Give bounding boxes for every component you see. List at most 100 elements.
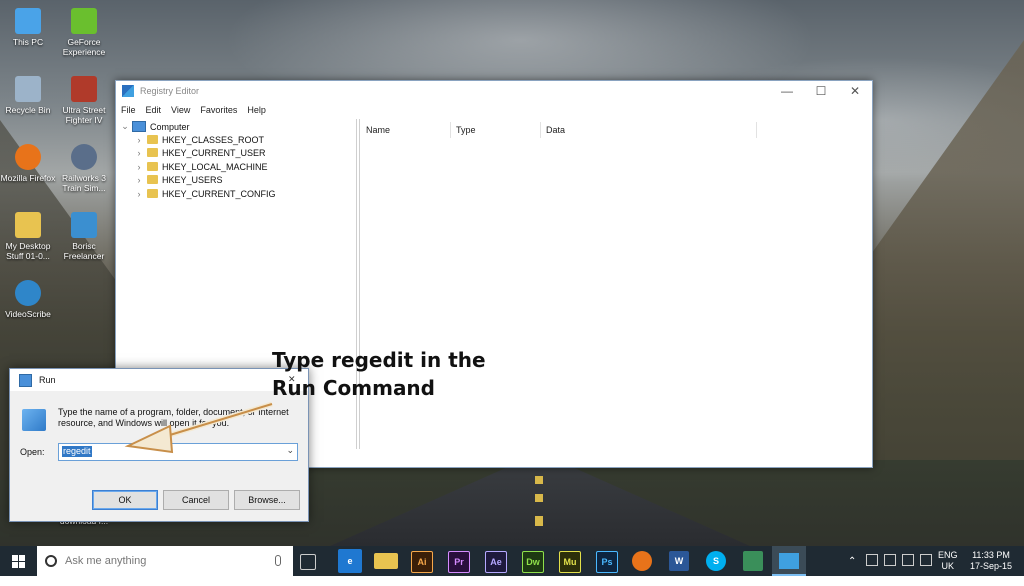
chevron-down-icon[interactable]: ⌄ — [120, 121, 130, 132]
run-program-icon — [22, 409, 46, 431]
taskbar-active-app[interactable] — [772, 546, 806, 576]
windows-logo-icon — [19, 555, 25, 561]
geforce-icon — [71, 8, 97, 34]
muse-icon[interactable]: Mu — [559, 551, 581, 573]
dialog-title: Run — [39, 375, 56, 385]
network-icon[interactable] — [866, 554, 878, 566]
run-titlebar[interactable]: Run ✕ — [10, 369, 308, 391]
street-fighter-icon — [71, 76, 97, 102]
tree-node-hku[interactable]: › HKEY_USERS — [134, 173, 223, 186]
menu-edit[interactable]: Edit — [141, 105, 167, 115]
maximize-button[interactable]: ☐ — [804, 81, 838, 101]
firefox-icon[interactable] — [632, 551, 652, 571]
chevron-right-icon[interactable]: › — [134, 148, 144, 158]
ok-button[interactable]: OK — [92, 490, 158, 510]
railworks-icon — [71, 144, 97, 170]
browse-button[interactable]: Browse... — [234, 490, 300, 510]
battery-icon[interactable] — [884, 554, 896, 566]
chevron-down-icon[interactable]: ⌄ — [286, 445, 294, 456]
tree-node-label: HKEY_CURRENT_USER — [162, 147, 266, 158]
chevron-right-icon[interactable]: › — [134, 175, 144, 185]
region-label: UK — [941, 561, 955, 571]
desktop-icon-label: Ultra Street Fighter IV — [62, 105, 106, 125]
desktop-icon-my-desktop-stuff[interactable]: My Desktop Stuff 01-0... — [0, 212, 58, 261]
open-input-value[interactable]: regedit — [62, 446, 92, 457]
tree-node-hkcc[interactable]: › HKEY_CURRENT_CONFIG — [134, 187, 276, 200]
illustrator-icon[interactable]: Ai — [411, 551, 433, 573]
chevron-right-icon[interactable]: › — [134, 135, 144, 145]
column-divider[interactable] — [756, 122, 757, 138]
menu-file[interactable]: File — [116, 105, 141, 115]
road-marking — [535, 476, 543, 484]
show-hidden-icons-icon[interactable]: ⌃ — [848, 556, 856, 586]
microphone-icon[interactable] — [275, 555, 281, 566]
folder-icon — [147, 189, 158, 198]
file-explorer-icon[interactable] — [374, 553, 398, 569]
cancel-button[interactable]: Cancel — [163, 490, 229, 510]
start-button[interactable] — [0, 546, 36, 576]
menu-favorites[interactable]: Favorites — [195, 105, 242, 115]
tree-node-label: HKEY_LOCAL_MACHINE — [162, 161, 268, 172]
folder-icon — [147, 135, 158, 144]
premiere-icon[interactable]: Pr — [448, 551, 470, 573]
action-center-icon[interactable] — [920, 554, 932, 566]
chevron-right-icon[interactable]: › — [134, 162, 144, 172]
desktop-icon-videoscribe[interactable]: VideoScribe — [0, 280, 58, 319]
desktop-icon-this-pc[interactable]: This PC — [0, 8, 58, 47]
desktop-icon-street-fighter[interactable]: Ultra Street Fighter IV — [54, 76, 114, 125]
tree-node-hkcr[interactable]: › HKEY_CLASSES_ROOT — [134, 133, 265, 146]
menu-bar: File Edit View Favorites Help — [116, 101, 872, 119]
desktop-icon-label: VideoScribe — [5, 309, 51, 319]
skype-icon[interactable]: S — [706, 551, 726, 571]
app-icon[interactable] — [743, 551, 763, 571]
word-icon[interactable]: W — [669, 551, 689, 571]
recycle-bin-icon — [15, 76, 41, 102]
cortana-icon — [45, 555, 57, 567]
tree-node-label: Computer — [150, 121, 190, 132]
tree-node-hkcu[interactable]: › HKEY_CURRENT_USER — [134, 146, 266, 159]
firefox-icon — [15, 144, 41, 170]
tree-node-label: HKEY_USERS — [162, 174, 223, 185]
column-divider[interactable] — [450, 122, 451, 138]
column-divider[interactable] — [540, 122, 541, 138]
volume-icon[interactable] — [902, 554, 914, 566]
desktop-icon-label: This PC — [12, 37, 44, 47]
desktop-icon-firefox[interactable]: Mozilla Firefox — [0, 144, 58, 183]
clock-date: 17-Sep-15 — [969, 561, 1013, 571]
column-header-type[interactable]: Type — [456, 122, 476, 138]
column-header-name[interactable]: Name — [366, 122, 390, 138]
annotation-arrow-icon — [124, 401, 273, 454]
run-icon — [19, 373, 32, 387]
registry-editor-titlebar[interactable]: Registry Editor — ☐ ✕ — [116, 81, 872, 101]
minimize-button[interactable]: — — [770, 81, 804, 101]
open-label: Open: — [20, 447, 45, 457]
close-button[interactable]: ✕ — [838, 81, 872, 101]
cortana-search-box[interactable]: Ask me anything — [37, 546, 293, 576]
menu-view[interactable]: View — [166, 105, 195, 115]
edge-icon[interactable]: e — [338, 549, 362, 573]
desktop-icon-label: Railworks 3 Train Sim... — [62, 173, 106, 193]
tutorial-annotation: Type regedit in the Run Command — [272, 346, 486, 402]
road-marking — [535, 516, 543, 526]
after-effects-icon[interactable]: Ae — [485, 551, 507, 573]
menu-help[interactable]: Help — [242, 105, 271, 115]
search-placeholder: Ask me anything — [65, 555, 147, 567]
dreamweaver-icon[interactable]: Dw — [522, 551, 544, 573]
photoshop-icon[interactable]: Ps — [596, 551, 618, 573]
desktop-icon-label: My Desktop Stuff 01-0... — [5, 241, 51, 261]
tree-node-hklm[interactable]: › HKEY_LOCAL_MACHINE — [134, 160, 268, 173]
folder-icon — [147, 148, 158, 157]
desktop-icon-geforce[interactable]: GeForce Experience — [54, 8, 114, 57]
clock-time: 11:33 PM — [972, 550, 1010, 560]
desktop-icon-recycle-bin[interactable]: Recycle Bin — [0, 76, 58, 115]
folder-icon — [147, 162, 158, 171]
tree-node-computer[interactable]: ⌄ Computer — [120, 120, 190, 133]
tree-node-label: HKEY_CLASSES_ROOT — [162, 134, 265, 145]
desktop-icon-railworks[interactable]: Railworks 3 Train Sim... — [54, 144, 114, 193]
window-title: Registry Editor — [140, 86, 200, 96]
chevron-right-icon[interactable]: › — [134, 189, 144, 199]
task-view-icon[interactable] — [300, 554, 316, 570]
desktop-icon-borisc[interactable]: Borisc Freelancer — [54, 212, 114, 261]
column-header-data[interactable]: Data — [546, 122, 565, 138]
folder-icon — [147, 175, 158, 184]
